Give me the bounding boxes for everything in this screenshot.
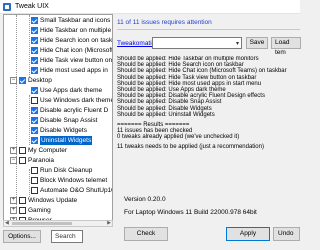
checkbox[interactable] [31,17,38,24]
tweakomatic-link[interactable]: Tweakomatic: [117,40,157,47]
checkbox[interactable] [31,37,38,44]
tree-category-desktop[interactable]: − Desktop [10,76,52,85]
tree-horizontal-scrollbar[interactable]: ◀ ▶ [3,220,113,227]
tree-item-label: Hide Chat icon (Microsoft [40,47,113,54]
tree-item-label: Uninstall Widgets [40,136,93,145]
tree-item-label: Windows Update [28,197,78,204]
checkbox[interactable] [31,27,38,34]
scroll-right-icon[interactable]: ▶ [107,220,111,226]
tree-item-run-disk-cleanup[interactable]: Run Disk Cleanup [31,166,92,175]
tree-item-label: Paranoia [28,157,55,164]
tweakomatic-template-select[interactable]: ▾ [152,37,242,49]
collapse-icon[interactable]: − [10,77,17,84]
tree-item-block-telemetry[interactable]: Block Windows telemet [31,176,107,185]
checkbox[interactable] [19,147,26,154]
scrollbar-thumb[interactable] [12,222,72,225]
tree-item-uninstall-widgets[interactable]: Uninstall Widgets [31,136,93,145]
build-label: For Laptop Windows 11 Build 22000.978 64… [124,209,257,216]
tree-item-label: Hide most used apps in [40,67,108,74]
tree-item-label: Use Apps dark theme [40,87,103,94]
expand-icon[interactable]: + [10,147,17,154]
issues-status: 11 of 11 issues requires attention [117,19,212,26]
tree-item-label: Hide Search icon on taskbar [40,37,113,44]
undo-button[interactable]: Undo [273,227,300,241]
tree-item-label: Disable Snap Assist [40,117,98,124]
results-needed: 11 tweaks needs to be applied (just a re… [117,144,264,151]
checkbox[interactable] [31,177,38,184]
tree-item-disable-snap-assist[interactable]: Disable Snap Assist [31,116,97,125]
checkbox[interactable] [31,47,38,54]
tree-category-windows-update[interactable]: + Windows Update [10,196,77,205]
load-template-button[interactable]: Load tem [271,37,301,56]
expand-icon[interactable]: + [10,197,17,204]
tree-item-label: Use Windows dark theme [40,97,113,104]
checkbox[interactable] [31,187,38,194]
checkbox[interactable] [19,197,26,204]
tree-item-small-taskbar[interactable]: Small Taskbar and icons [31,16,110,25]
tree-item-label: Disable acrylic Fluent D [40,107,109,114]
result-line: Should be applied: Hide Chat icon (Micro… [117,68,287,75]
tree-item-hide-taskbar-multiple[interactable]: Hide Taskbar on multiple [31,26,111,35]
tree-category-paranoia[interactable]: − Paranoia [10,156,54,165]
expand-icon[interactable]: + [10,207,17,214]
title-bar: Tweak UIX [0,0,300,14]
results-log: Should be applied: Hide Taskbar on multi… [117,56,300,195]
tree-item-hide-task-view[interactable]: Hide Task view button on [31,56,112,65]
tree-item-hide-chat-icon[interactable]: Hide Chat icon (Microsoft [31,46,113,55]
tree-item-disable-acrylic[interactable]: Disable acrylic Fluent D [31,106,108,115]
tree-guide-line [16,15,17,213]
collapse-icon[interactable]: − [10,157,17,164]
tree-item-label: Hide Taskbar on multiple [40,27,112,34]
tree-category-my-computer[interactable]: + My Computer [10,146,67,155]
checkbox[interactable] [19,157,26,164]
checkbox[interactable] [19,77,26,84]
tree-item-label: My Computer [28,147,68,154]
tree-item-windows-dark-theme[interactable]: Use Windows dark theme [31,96,113,105]
check-button[interactable]: Check [124,227,168,241]
tree-item-label: Hide Task view button on [40,57,113,64]
chevron-down-icon[interactable]: ▾ [236,40,239,47]
tree-guide-line [29,169,30,197]
checkbox[interactable] [31,107,38,114]
divider [117,29,300,30]
tree-guide-line [29,95,30,145]
checkbox[interactable] [31,137,38,144]
scroll-left-icon[interactable]: ◀ [5,220,9,226]
tree-item-automate-shutup10[interactable]: Automate O&O ShutUp10 [31,186,113,195]
tree-item-hide-most-used-apps[interactable]: Hide most used apps in [31,66,108,75]
checkbox[interactable] [19,207,26,214]
checkbox[interactable] [31,117,38,124]
tweaks-tree[interactable]: Small Taskbar and icons Hide Taskbar on … [3,14,113,224]
search-input[interactable]: Search [51,230,83,243]
tree-item-label: Gaming [28,207,51,214]
tree-item-hide-search-icon[interactable]: Hide Search icon on taskbar [31,36,113,45]
apply-button[interactable]: Apply [226,227,270,241]
checkbox[interactable] [31,87,38,94]
app-icon [3,3,11,11]
options-button[interactable]: Options... [3,230,41,243]
tree-item-label: Small Taskbar and icons [40,17,111,24]
checkbox[interactable] [31,167,38,174]
checkbox[interactable] [31,127,38,134]
tree-item-disable-widgets[interactable]: Disable Widgets [31,126,87,135]
tree-guide-line [29,15,30,77]
window-title: Tweak UIX [15,3,49,10]
tree-item-apps-dark-theme[interactable]: Use Apps dark theme [31,86,102,95]
save-button[interactable]: Save [246,37,268,49]
search-placeholder: Search [55,233,76,240]
checkbox[interactable] [31,97,38,104]
tree-item-label: Automate O&O ShutUp10 [40,187,113,194]
version-label: Version 0.20.0 [124,196,166,203]
tree-item-label: Disable Widgets [40,127,87,134]
tree-item-label: Run Disk Cleanup [40,167,93,174]
tree-item-label: Desktop [28,77,52,84]
checkbox[interactable] [31,57,38,64]
checkbox[interactable] [31,67,38,74]
tree-item-label: Block Windows telemet [40,177,108,184]
tree-category-gaming[interactable]: + Gaming [10,206,51,215]
